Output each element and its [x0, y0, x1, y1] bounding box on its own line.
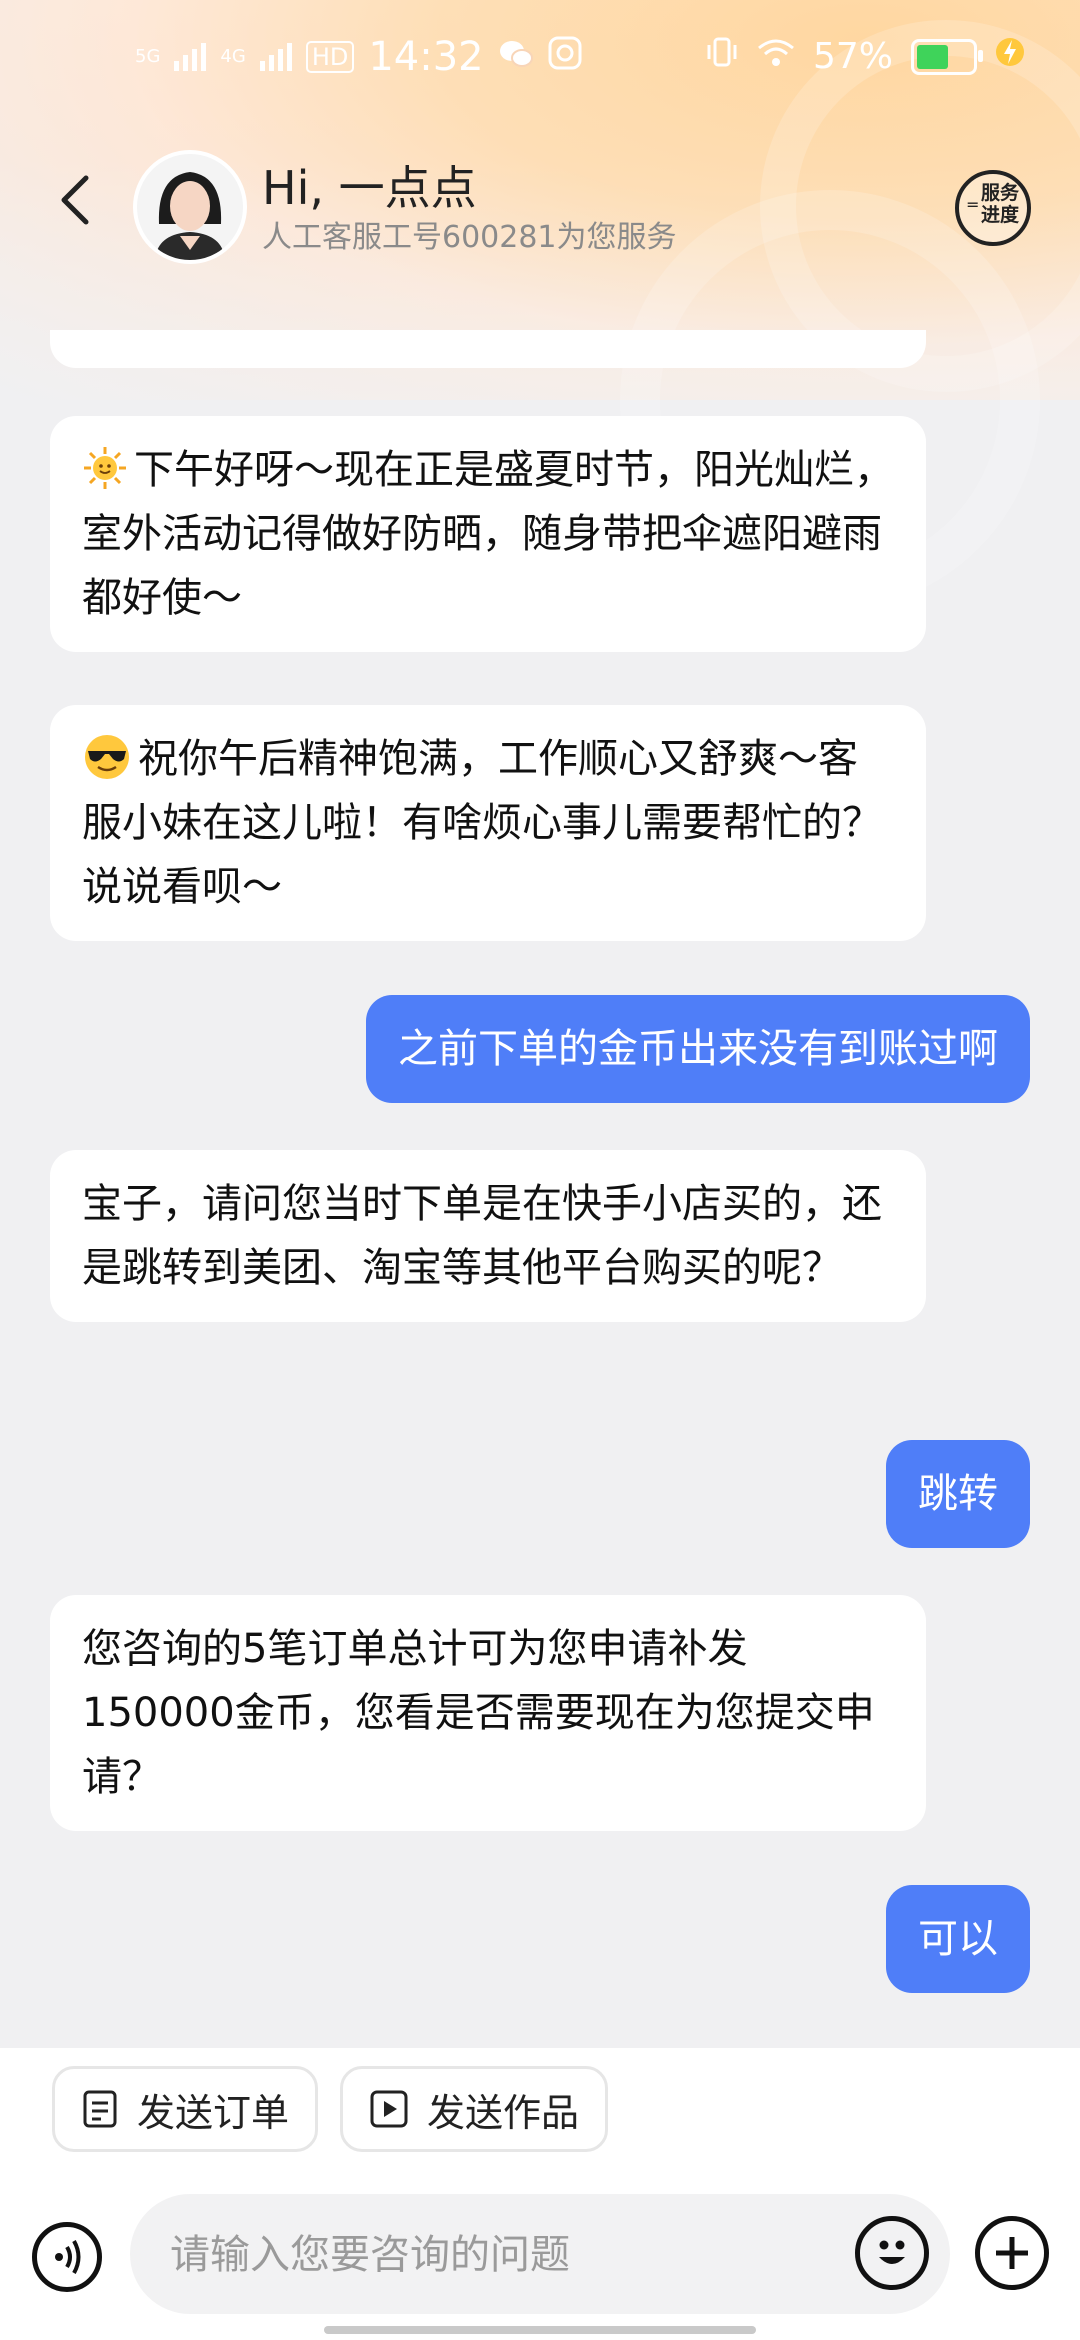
message-bubble-agent: 宝子，请问您当时下单是在快手小店买的，还是跳转到美团、淘宝等其他平台购买的呢？ — [50, 1150, 926, 1322]
message-bubble-agent: 您咨询的5笔订单总计可为您申请补发150000金币，您看是否需要现在为您提交申请… — [50, 1595, 926, 1831]
send-order-button[interactable]: 发送订单 — [52, 2066, 319, 2152]
sun-emoji-icon — [82, 445, 128, 491]
message-text: 下午好呀～现在正是盛夏时节，阳光灿烂，室外活动记得做好防晒，随身带把伞遮阳避雨都… — [82, 447, 894, 621]
service-progress-button[interactable]: = 服务 进度 — [955, 170, 1031, 246]
back-button[interactable] — [48, 170, 108, 230]
progress-label-line2: 进度 — [981, 204, 1020, 226]
message-bubble-agent: 下午好呀～现在正是盛夏时节，阳光灿烂，室外活动记得做好防晒，随身带把伞遮阳避雨都… — [50, 416, 926, 652]
send-work-label: 发送作品 — [427, 2090, 580, 2135]
message-input-row — [0, 2186, 1080, 2336]
chevron-left-icon — [61, 175, 89, 225]
network-4g-label: 4G — [220, 46, 246, 67]
vibrate-icon — [705, 35, 739, 78]
network-5g-label: 5G — [135, 46, 161, 67]
message-bubble-user: 跳转 — [886, 1440, 1030, 1548]
message-text: 之前下单的金币出来没有到账过啊 — [398, 1026, 998, 1072]
video-play-icon — [370, 2090, 408, 2128]
message-bubble-user: 之前下单的金币出来没有到账过啊 — [366, 995, 1030, 1103]
wifi-icon — [757, 36, 795, 77]
wechat-icon — [498, 34, 534, 80]
agent-id-subtitle: 人工客服工号600281为您服务 — [262, 220, 677, 255]
battery-percent: 57% — [812, 36, 893, 77]
bottom-input-panel: 发送订单 发送作品 — [0, 2048, 1080, 2340]
charging-icon — [995, 34, 1025, 79]
status-time: 14:32 — [368, 34, 484, 80]
message-input[interactable] — [168, 2224, 772, 2286]
more-actions-button[interactable] — [975, 2216, 1049, 2290]
message-bubble-user: 可以 — [886, 1885, 1030, 1993]
message-input-container[interactable] — [130, 2194, 950, 2314]
message-text: 祝你午后精神饱满，工作顺心又舒爽～客服小妹在这儿啦！有啥烦心事儿需要帮忙的？说说… — [82, 736, 882, 910]
send-order-label: 发送订单 — [137, 2090, 290, 2135]
voice-wave-icon — [55, 2240, 81, 2274]
home-indicator[interactable] — [324, 2326, 756, 2334]
send-work-button[interactable]: 发送作品 — [340, 2066, 609, 2152]
signal-bars-icon — [174, 43, 207, 71]
agent-name-title: Hi, 一点点 — [262, 161, 477, 215]
chat-message-list[interactable]: 下午好呀～现在正是盛夏时节，阳光灿烂，室外活动记得做好防晒，随身带把伞遮阳避雨都… — [0, 330, 1080, 2050]
message-bubble-agent: 祝你午后精神饱满，工作顺心又舒爽～客服小妹在这儿啦！有啥烦心事儿需要帮忙的？说说… — [50, 705, 926, 941]
order-document-icon — [83, 2090, 117, 2128]
message-text: 跳转 — [918, 1471, 998, 1517]
chat-header: Hi, 一点点 人工客服工号600281为您服务 = 服务 进度 — [0, 140, 1080, 270]
agent-avatar[interactable] — [133, 150, 247, 264]
list-icon: = — [966, 195, 980, 214]
voice-input-button[interactable] — [32, 2222, 102, 2292]
message-text: 可以 — [918, 1916, 998, 1962]
plus-icon — [996, 2237, 1028, 2269]
smiley-face-icon — [879, 2240, 905, 2264]
status-bar: 5G 4G HD 14:32 57% — [0, 0, 1080, 120]
sunglasses-emoji-icon — [82, 732, 132, 782]
emoji-button[interactable] — [855, 2216, 929, 2290]
battery-icon — [911, 38, 983, 75]
signal-bars-icon — [259, 43, 292, 71]
hd-badge: HD — [305, 41, 355, 73]
message-text: 宝子，请问您当时下单是在快手小店买的，还是跳转到美团、淘宝等其他平台购买的呢？ — [82, 1181, 882, 1291]
app-notification-icon — [548, 34, 582, 80]
message-text: 您咨询的5笔订单总计可为您申请补发150000金币，您看是否需要现在为您提交申请… — [82, 1626, 875, 1800]
message-bubble-partial — [50, 330, 926, 368]
progress-label-line1: 服务 — [981, 182, 1020, 204]
